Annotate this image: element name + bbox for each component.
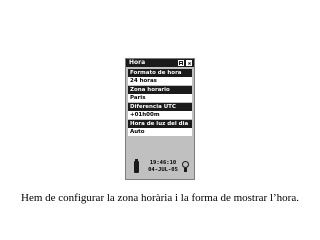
clock: 19:46:10 04-JUL-05 [148, 160, 178, 174]
title-bar: Hora [126, 59, 194, 67]
utc-offset-label: Diferencia UTC [128, 103, 192, 111]
lightbulb-icon[interactable] [182, 161, 189, 173]
settings-list: Formato de hora 24 horas Zona horario Pa… [128, 69, 192, 137]
bulb-glass [182, 161, 189, 168]
clock-time: 19:46:10 [149, 160, 177, 166]
status-bar: 19:46:10 04-JUL-05 [126, 157, 194, 179]
battery-icon [134, 159, 139, 173]
caption: Hem de configurar la zona horària i la f… [21, 192, 299, 204]
time-zone-field[interactable]: Paris [128, 94, 192, 102]
clock-date: 04-JUL-05 [148, 167, 178, 173]
time-zone-label: Zona horario [128, 86, 192, 94]
page-title: Hora [129, 59, 146, 66]
time-format-field[interactable]: 24 horas [128, 77, 192, 85]
utc-offset-field[interactable]: +01h00m [128, 111, 192, 119]
menu-icon[interactable] [178, 60, 184, 66]
time-format-label: Formato de hora [128, 69, 192, 77]
bulb-base [184, 168, 187, 172]
daylight-saving-field[interactable]: Auto [128, 128, 192, 136]
close-icon[interactable] [186, 60, 192, 66]
daylight-saving-label: Hora de luz del dia [128, 120, 192, 128]
gps-device-screen: Hora Formato de hora 24 horas Zona horar… [125, 58, 195, 180]
